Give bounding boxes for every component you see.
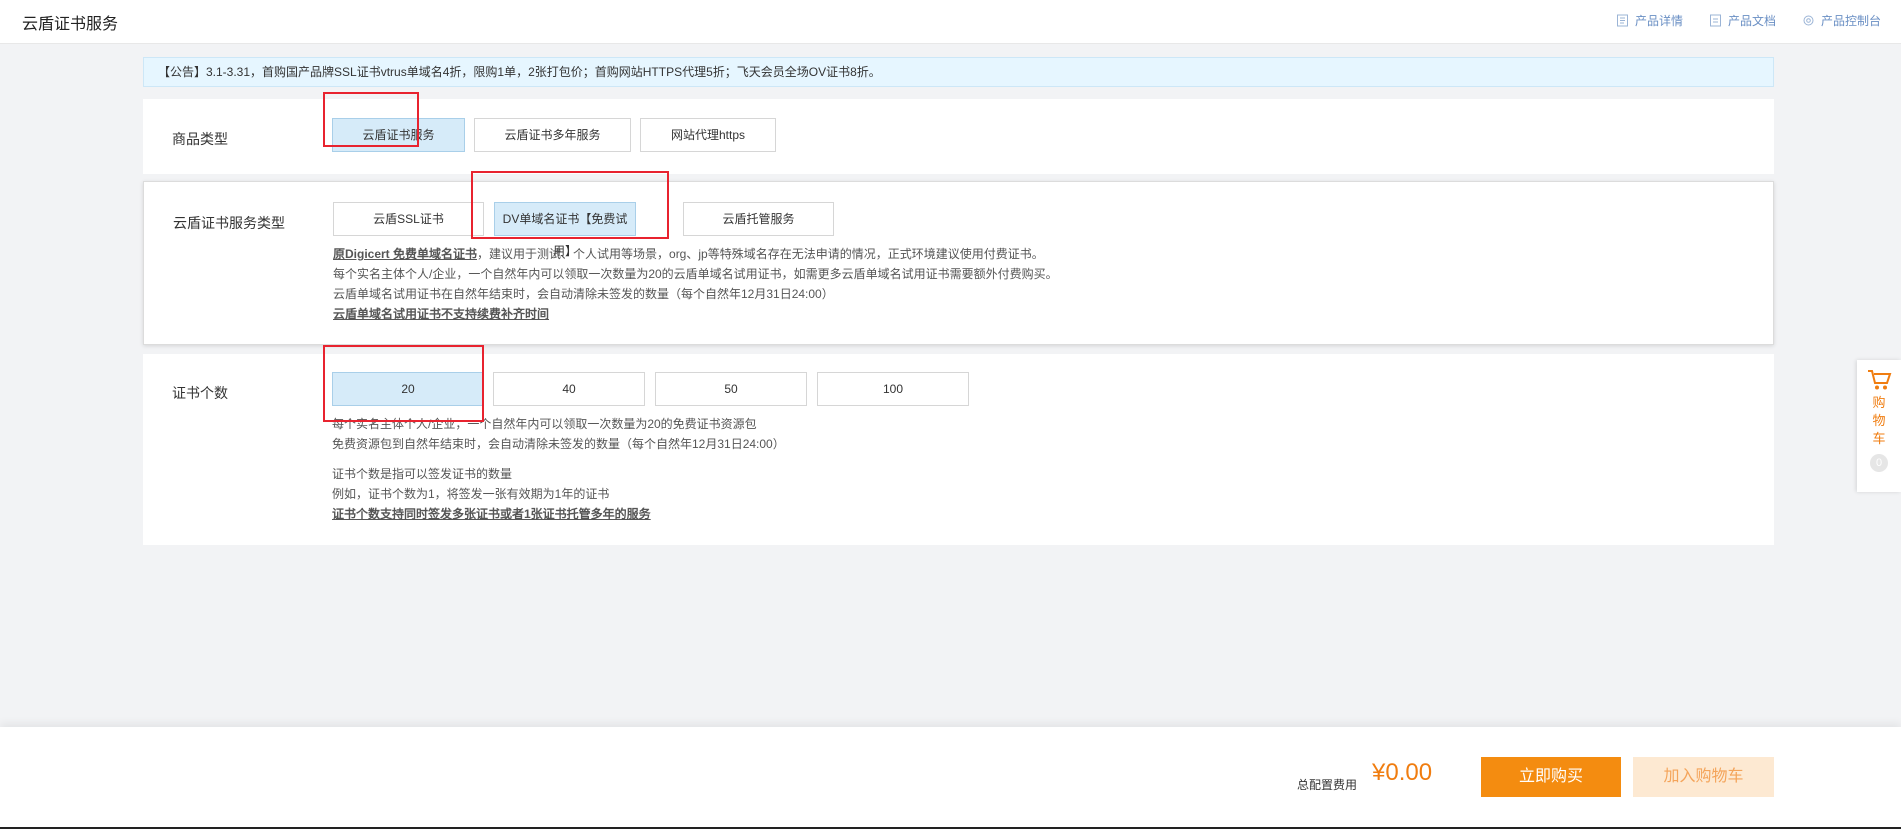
cert-count-section: 证书个数 20 40 50 100 每个实名主体个人/企业，一个自然年内可以领取… [143, 354, 1774, 545]
service-type-label: 云盾证书服务类型 [173, 215, 285, 231]
product-option-cloud-cert-multiyear[interactable]: 云盾证书多年服务 [474, 118, 631, 152]
product-option-https-proxy[interactable]: 网站代理https [640, 118, 776, 152]
service-desc-line1: 原Digicert 免费单域名证书，建议用于测试、个人试用等场景，org、jp等… [333, 244, 1058, 264]
cart-char-1: 购 [1872, 395, 1886, 410]
product-type-label: 商品类型 [172, 131, 228, 147]
gear-icon [1803, 15, 1814, 26]
floating-cart[interactable]: 购 物 车 0 [1857, 360, 1901, 492]
document-icon [1616, 14, 1628, 27]
count-desc-line4: 例如，证书个数为1，将签发一张有效期为1年的证书 [332, 487, 610, 501]
product-type-section: 商品类型 云盾证书服务 云盾证书多年服务 网站代理https [143, 99, 1774, 174]
service-desc-line1-rest: ，建议用于测试、个人试用等场景，org、jp等特殊域名存在无法申请的情况，正式环… [477, 247, 1044, 261]
cart-char-3: 车 [1872, 431, 1886, 446]
count-desc-line1: 每个实名主体个人/企业，一个自然年内可以领取一次数量为20的免费证书资源包 [332, 417, 757, 431]
service-option-ssl-cert[interactable]: 云盾SSL证书 [333, 202, 484, 236]
total-cost-label: 总配置费用 [1297, 778, 1358, 792]
cart-char-2: 物 [1872, 413, 1886, 428]
product-docs-link[interactable]: 产品文档 [1709, 12, 1776, 29]
file-icon [1709, 14, 1721, 27]
digicert-free-cert-link[interactable]: 原Digicert 免费单域名证书 [333, 247, 477, 261]
product-console-label: 产品控制台 [1820, 14, 1881, 28]
count-option-50[interactable]: 50 [655, 372, 807, 406]
product-console-link[interactable]: 产品控制台 [1802, 12, 1881, 29]
total-price: ¥0.00 [1372, 759, 1433, 786]
count-desc-line2: 免费资源包到自然年结束时，会自动清除未签发的数量（每个自然年12月31日24:0… [332, 437, 785, 451]
page-title: 云盾证书服务 [22, 16, 119, 33]
count-desc-line3: 证书个数是指可以签发证书的数量 [332, 467, 513, 481]
cert-count-label: 证书个数 [172, 385, 228, 401]
add-to-cart-button[interactable]: 加入购物车 [1633, 757, 1774, 797]
service-option-dv-free-trial[interactable]: DV单域名证书【免费试用】 [494, 202, 636, 258]
checkout-footer: 总配置费用 ¥0.00 立即购买 加入购物车 [0, 727, 1901, 827]
announcement-banner: 【公告】3.1-3.31，首购国产品牌SSL证书vtrus单域名4折，限购1单，… [143, 57, 1774, 87]
cert-count-description: 每个实名主体个人/企业，一个自然年内可以领取一次数量为20的免费证书资源包 免费… [332, 414, 785, 524]
header-links: 产品详情 产品文档 产品控制台 [1616, 12, 1881, 29]
product-details-link[interactable]: 产品详情 [1616, 12, 1683, 29]
service-type-section: 云盾证书服务类型 云盾SSL证书 DV单域名证书【免费试用】 云盾托管服务 原D… [143, 181, 1774, 345]
service-option-hosting[interactable]: 云盾托管服务 [683, 202, 834, 236]
cart-label: 购 物 车 [1872, 394, 1886, 448]
top-header: 云盾证书服务 产品详情 产品文档 产品控制台 [0, 0, 1901, 44]
buy-now-button[interactable]: 立即购买 [1481, 757, 1621, 797]
service-renewal-note-link[interactable]: 云盾单域名试用证书不支持续费补齐时间 [333, 307, 549, 321]
product-details-label: 产品详情 [1634, 14, 1683, 28]
count-option-40[interactable]: 40 [493, 372, 645, 406]
service-desc-line3: 云盾单域名试用证书在自然年结束时，会自动清除未签发的数量（每个自然年12月31日… [333, 287, 834, 301]
cart-count-badge: 0 [1870, 454, 1888, 472]
count-option-20[interactable]: 20 [332, 372, 484, 406]
shopping-cart-icon [1868, 370, 1892, 390]
service-desc-line2: 每个实名主体个人/企业，一个自然年内可以领取一次数量为20的云盾单域名试用证书，… [333, 267, 1058, 281]
service-type-description: 原Digicert 免费单域名证书，建议用于测试、个人试用等场景，org、jp等… [333, 244, 1058, 324]
product-docs-label: 产品文档 [1727, 14, 1776, 28]
count-multi-sign-link[interactable]: 证书个数支持同时签发多张证书或者1张证书托管多年的服务 [332, 507, 651, 521]
count-option-100[interactable]: 100 [817, 372, 969, 406]
product-option-cloud-cert-service[interactable]: 云盾证书服务 [332, 118, 465, 152]
